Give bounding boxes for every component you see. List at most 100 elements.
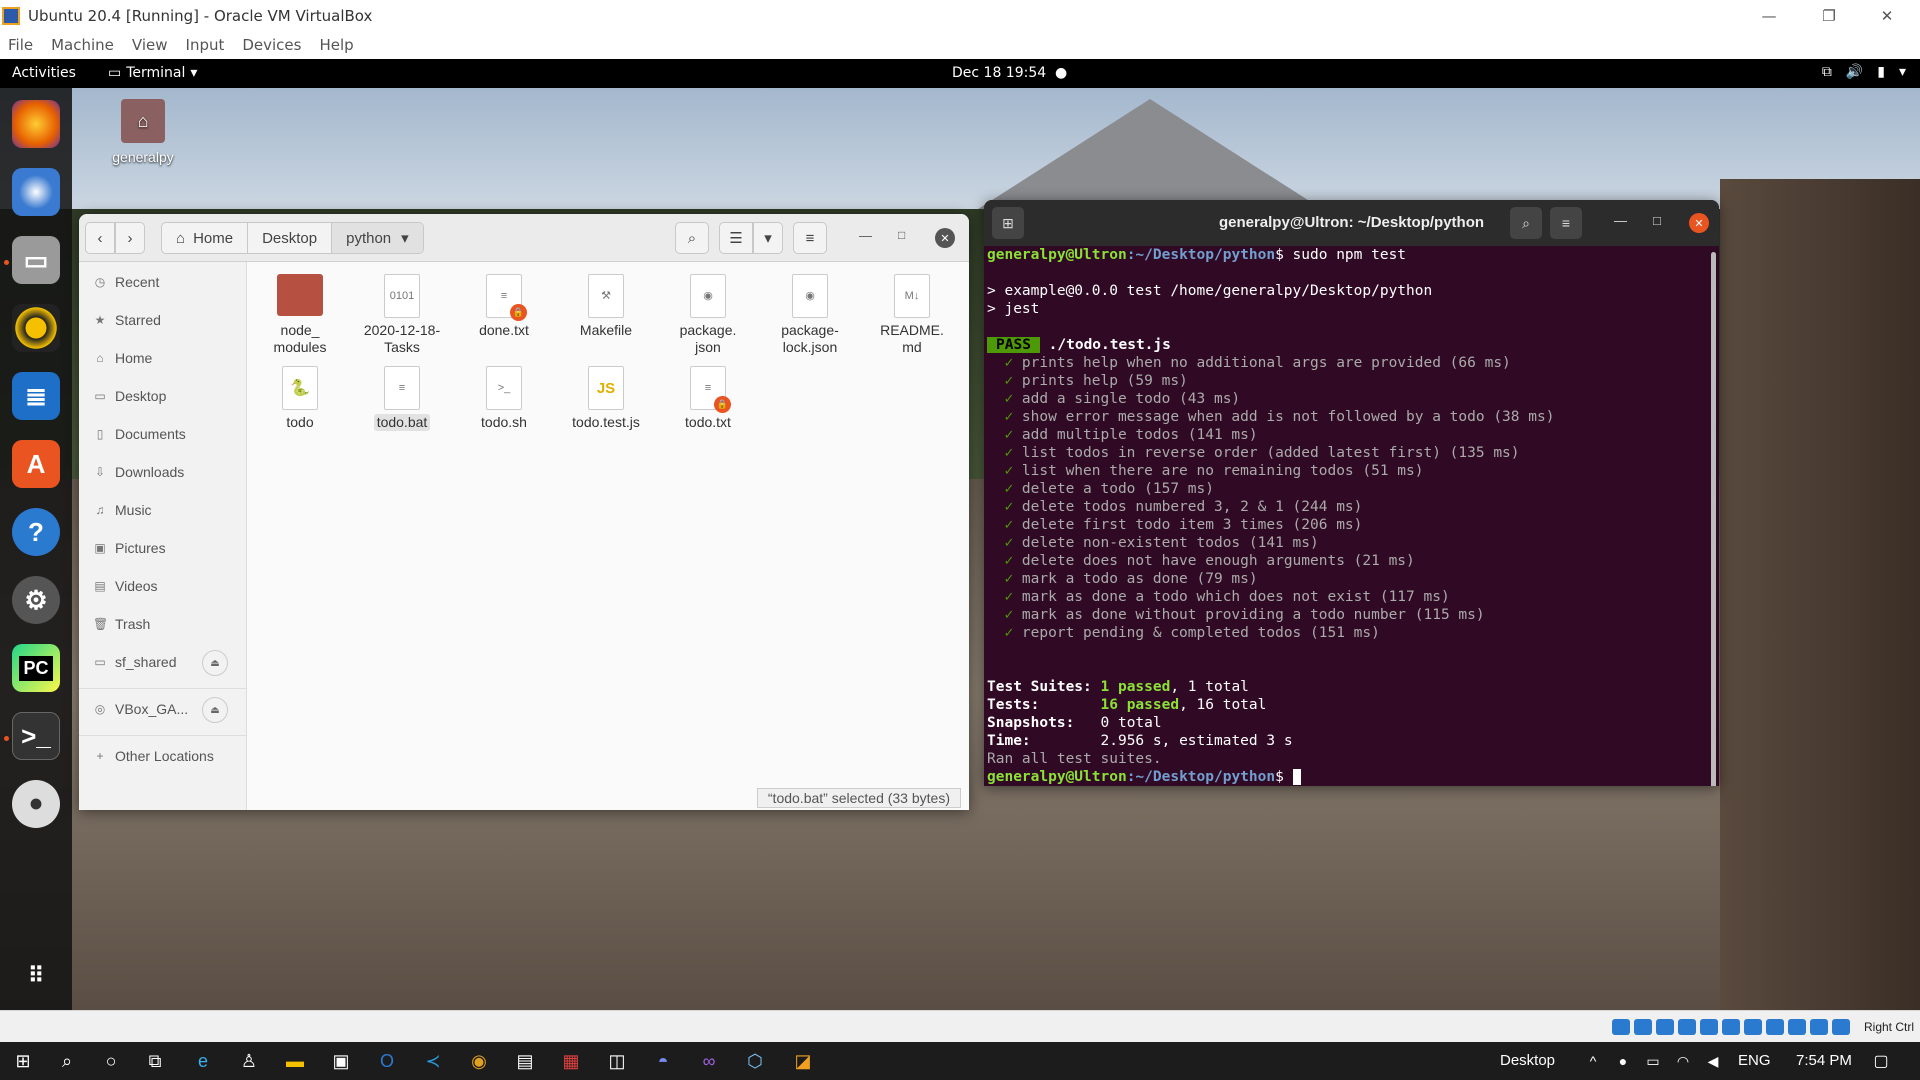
pycharm-icon[interactable]: PC xyxy=(12,644,60,692)
menu-view[interactable]: View xyxy=(132,36,168,54)
audio-icon[interactable] xyxy=(1656,1019,1674,1035)
firefox-icon[interactable] xyxy=(12,100,60,148)
back-button[interactable]: ‹ xyxy=(85,222,115,254)
breadcrumb-desktop[interactable]: Desktop xyxy=(248,223,333,253)
search-button[interactable]: ⌕ xyxy=(1510,207,1542,239)
app-grid-icon[interactable]: ⠿ xyxy=(12,952,60,1000)
file-item-done-txt[interactable]: ≡ 🔒 done.txt xyxy=(461,274,547,339)
dvd-icon[interactable] xyxy=(12,780,60,828)
microphone-icon[interactable]: ● xyxy=(1610,1048,1636,1074)
file-item-tasks[interactable]: 0101 2020-12-18- Tasks xyxy=(359,274,445,356)
desktop-home-folder[interactable]: ⌂ generalpy xyxy=(98,99,188,165)
chevron-up-icon[interactable]: ^ xyxy=(1580,1048,1606,1074)
desktop-toolbar-label[interactable]: Desktop xyxy=(1500,1052,1555,1069)
chrome-icon[interactable]: ◉ xyxy=(466,1048,492,1074)
app-icon[interactable]: ◫ xyxy=(604,1048,630,1074)
minimize-icon[interactable]: — xyxy=(859,228,872,243)
usb-icon[interactable] xyxy=(1700,1019,1718,1035)
breadcrumb-home[interactable]: ⌂ Home xyxy=(162,223,249,253)
sidebar-item-videos[interactable]: ▤ Videos xyxy=(93,578,157,594)
file-item-node-modules[interactable]: node_ modules xyxy=(257,274,343,356)
scrollbar[interactable] xyxy=(1711,252,1716,786)
system-tray[interactable]: ⧉ 🔊 ▮ ▾ xyxy=(1822,64,1906,80)
file-item-todo-test-js[interactable]: JS todo.test.js xyxy=(563,366,649,431)
unknown-app-icon[interactable]: ♙ xyxy=(236,1048,262,1074)
menu-input[interactable]: Input xyxy=(186,36,225,54)
view-list-button[interactable]: ☰ xyxy=(719,222,753,254)
files-icon[interactable]: ▭ xyxy=(12,236,60,284)
mouse-icon[interactable] xyxy=(1810,1019,1828,1035)
terminal-output[interactable]: generalpy@Ultron:~/Desktop/python$ sudo … xyxy=(987,246,1707,786)
thunderbird-icon[interactable] xyxy=(12,168,60,216)
outlook-icon[interactable]: O xyxy=(374,1048,400,1074)
sidebar-item-starred[interactable]: ★ Starred xyxy=(93,312,161,328)
rhythmbox-icon[interactable] xyxy=(12,304,60,352)
vscode-icon[interactable]: ≺ xyxy=(420,1048,446,1074)
file-item-todo[interactable]: 🐍 todo xyxy=(257,366,343,431)
menu-machine[interactable]: Machine xyxy=(51,36,114,54)
software-icon[interactable]: A xyxy=(12,440,60,488)
maximize-icon[interactable]: □ xyxy=(898,228,905,242)
menu-help[interactable]: Help xyxy=(319,36,353,54)
windows-start-icon[interactable]: ⊞ xyxy=(10,1048,36,1074)
notification-icon[interactable]: ▢ xyxy=(1868,1048,1894,1074)
cpu-icon[interactable] xyxy=(1788,1019,1806,1035)
view-options-button[interactable]: ▾ xyxy=(753,222,783,254)
discord-icon[interactable]: ◓ xyxy=(650,1048,676,1074)
close-icon[interactable]: ✕ xyxy=(1689,213,1709,233)
menu-button[interactable]: ≡ xyxy=(793,222,827,254)
forward-button[interactable]: › xyxy=(115,222,145,254)
document-app-icon[interactable]: ▤ xyxy=(512,1048,538,1074)
breadcrumb-python[interactable]: python ▾ xyxy=(332,223,423,253)
language-indicator[interactable]: ENG xyxy=(1738,1052,1771,1069)
ubuntu-vm-icon[interactable]: ◪ xyxy=(790,1048,816,1074)
recording-icon[interactable] xyxy=(1766,1019,1784,1035)
sidebar-item-documents[interactable]: ▯ Documents xyxy=(93,426,186,442)
file-item-todo-txt[interactable]: ≡ 🔒 todo.txt xyxy=(665,366,751,431)
file-item-readme[interactable]: M↓ README. md xyxy=(869,274,955,356)
sidebar-item-home[interactable]: ⌂ Home xyxy=(93,350,152,366)
file-item-package-lock[interactable]: ◉ package- lock.json xyxy=(767,274,853,356)
keyboard-icon[interactable] xyxy=(1832,1019,1850,1035)
file-explorer-icon[interactable]: ▬ xyxy=(282,1048,308,1074)
sidebar-item-downloads[interactable]: ⇩ Downloads xyxy=(93,464,184,480)
sidebar-item-trash[interactable]: 🗑 Trash xyxy=(93,616,150,632)
restore-icon[interactable]: ❐ xyxy=(1800,0,1858,31)
jetbrains-icon[interactable]: ▦ xyxy=(558,1048,584,1074)
activities-button[interactable]: Activities xyxy=(12,65,76,81)
sidebar-item-recent[interactable]: ◷ Recent xyxy=(93,274,160,290)
menu-button[interactable]: ≡ xyxy=(1550,207,1582,239)
menu-devices[interactable]: Devices xyxy=(242,36,301,54)
clock[interactable]: Dec 18 19:54 ● xyxy=(952,65,1067,81)
visual-studio-icon[interactable]: ∞ xyxy=(696,1048,722,1074)
network-icon[interactable] xyxy=(1678,1019,1696,1035)
file-item-todo-sh[interactable]: >_ todo.sh xyxy=(461,366,547,431)
help-icon[interactable]: ? xyxy=(12,508,60,556)
close-icon[interactable]: ✕ xyxy=(1858,0,1916,31)
sidebar-item-desktop[interactable]: ▭ Desktop xyxy=(93,388,166,404)
file-item-makefile[interactable]: ⚒ Makefile xyxy=(563,274,649,339)
edge-icon[interactable]: e xyxy=(190,1048,216,1074)
file-item-package-json[interactable]: ◉ package. json xyxy=(665,274,751,356)
store-icon[interactable]: ▣ xyxy=(328,1048,354,1074)
shared-folder-icon[interactable] xyxy=(1722,1019,1740,1035)
sidebar-item-vbox-ga[interactable]: ◎ VBox_GA... xyxy=(93,701,188,717)
menu-file[interactable]: File xyxy=(8,36,33,54)
optical-icon[interactable] xyxy=(1634,1019,1652,1035)
sidebar-item-other-locations[interactable]: + Other Locations xyxy=(93,748,213,764)
virtualbox-icon[interactable]: ⬡ xyxy=(742,1048,768,1074)
eject-icon[interactable]: ⏏ xyxy=(202,697,228,723)
close-icon[interactable]: ✕ xyxy=(935,228,955,248)
sidebar-item-pictures[interactable]: ▣ Pictures xyxy=(93,540,165,556)
terminal-icon[interactable]: >_ xyxy=(12,712,60,760)
minimize-icon[interactable]: — xyxy=(1614,213,1627,228)
sidebar-item-sf-shared[interactable]: ▭ sf_shared xyxy=(93,654,176,670)
wifi-icon[interactable]: ◠ xyxy=(1670,1048,1696,1074)
search-button[interactable]: ⌕ xyxy=(675,222,709,254)
writer-icon[interactable]: ≣ xyxy=(12,372,60,420)
cortana-icon[interactable]: ○ xyxy=(98,1048,124,1074)
maximize-icon[interactable]: □ xyxy=(1653,213,1661,228)
file-item-todo-bat[interactable]: ≡ todo.bat xyxy=(359,366,445,431)
eject-icon[interactable]: ⏏ xyxy=(202,650,228,676)
volume-icon[interactable]: ◀ xyxy=(1700,1048,1726,1074)
